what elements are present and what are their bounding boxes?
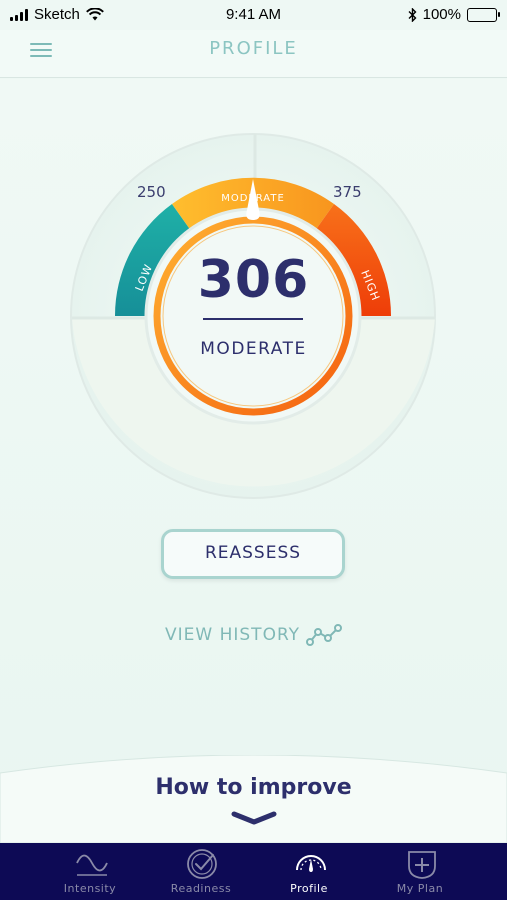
battery-icon [467,7,500,22]
status-right: 100% [408,6,500,23]
gauge-threshold-high: 375 [333,183,362,201]
status-bar: Sketch 9:41 AM 100% [0,0,507,30]
how-to-improve-panel[interactable]: How to improve [0,755,507,843]
tab-my-plan[interactable]: My Plan [357,843,483,900]
line-graph-icon [306,624,343,646]
reassess-button[interactable]: REASSESS [161,529,345,579]
page-title: PROFILE [209,38,298,59]
view-history-link[interactable]: VIEW HISTORY [165,624,343,646]
bluetooth-icon [408,7,417,22]
main-content: LOW MODERATE HIGH 250 375 306 MODERATE R… [0,79,507,843]
tab-intensity[interactable]: Intensity [27,843,153,900]
tab-profile-label: Profile [290,882,328,895]
risk-score: 306 [197,250,310,310]
tab-bar: Intensity Readiness Profile My Plan [0,843,507,900]
plus-shield-icon [408,851,436,879]
wave-icon [76,854,108,876]
how-to-improve-title: How to improve [155,775,352,800]
tab-profile[interactable]: Profile [246,843,372,900]
gauge-icon [296,855,326,872]
app-header: PROFILE [0,30,507,78]
check-circle-icon [187,849,217,879]
tab-my-plan-label: My Plan [396,882,444,895]
risk-level: MODERATE [200,339,307,359]
gauge-threshold-low: 250 [137,183,166,201]
view-history-label: VIEW HISTORY [165,625,301,645]
tab-intensity-label: Intensity [63,882,117,895]
chevron-down-icon[interactable] [231,811,277,825]
battery-percent: 100% [422,6,461,23]
